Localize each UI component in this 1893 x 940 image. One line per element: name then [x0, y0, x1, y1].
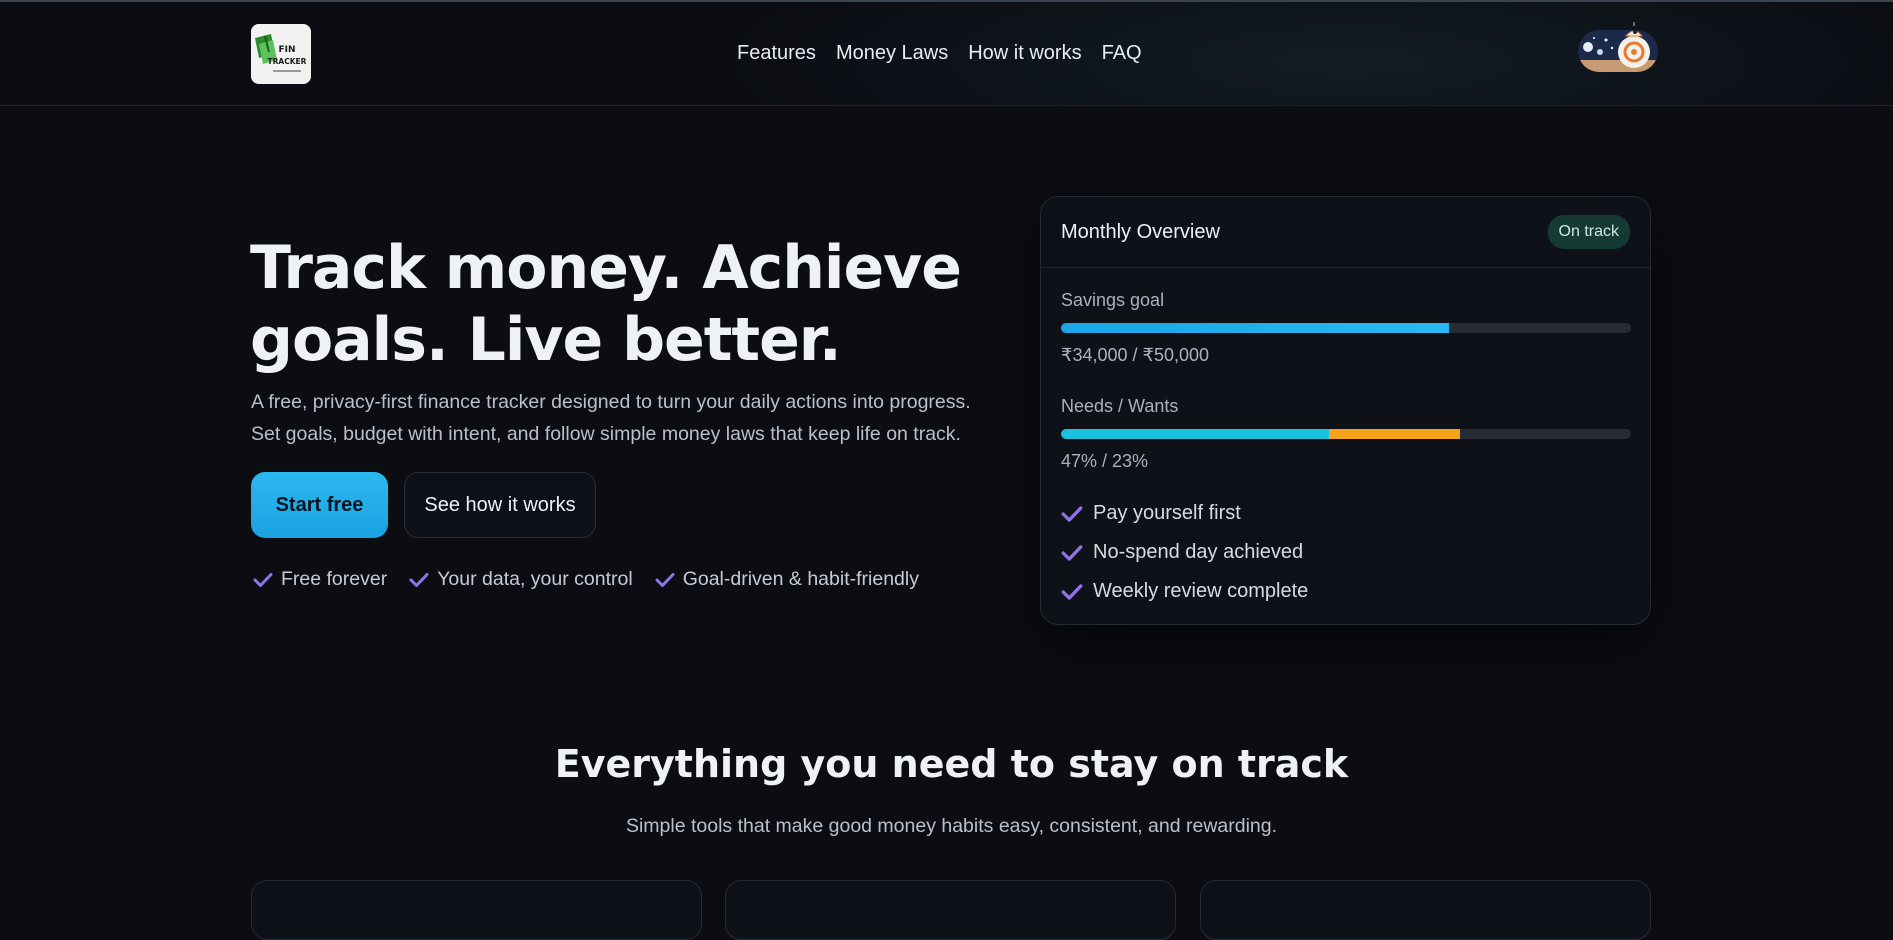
hero-subtitle-line-2: Set goals, budget with intent, and follo… [251, 423, 961, 445]
savings-progress-bar [1061, 323, 1631, 333]
check-icon [1061, 505, 1083, 523]
nav-link-how-it-works[interactable]: How it works [968, 42, 1081, 65]
list-item: Pay yourself first [1061, 494, 1630, 533]
checklist-label: No-spend day achieved [1093, 541, 1304, 563]
hero-check-item: Your data, your control [409, 568, 633, 591]
list-item: No-spend day achieved [1061, 533, 1630, 572]
feature-card [251, 880, 702, 940]
check-icon [655, 572, 675, 588]
needs-wants-label: Needs / Wants [1061, 396, 1179, 416]
check-icon [1061, 544, 1083, 562]
brand-logo[interactable]: FIN TRACKER [251, 24, 311, 84]
savings-progress-fill [1061, 323, 1449, 333]
needs-wants-metric: Needs / Wants 47% / 23% [1061, 396, 1631, 472]
hero-feature-checks: Free forever Your data, your control Goa… [253, 568, 919, 591]
check-icon [253, 572, 273, 588]
list-item: Weekly review complete [1061, 572, 1630, 611]
nav-link-money-laws[interactable]: Money Laws [836, 42, 948, 65]
habit-checklist: Pay yourself first No-spend day achieved… [1061, 494, 1630, 611]
hero-title: Track money. Achieve goals. Live better. [250, 232, 1010, 376]
needs-wants-value: 47% / 23% [1061, 451, 1149, 471]
hero-title-line-1: Track money. Achieve [250, 233, 962, 303]
hero-title-line-2: goals. Live better. [250, 305, 842, 375]
card-header: Monthly Overview On track [1041, 197, 1650, 268]
see-how-it-works-button[interactable]: See how it works [404, 472, 596, 538]
checklist-label: Pay yourself first [1093, 502, 1241, 524]
hero-subtitle-line-1: A free, privacy-first finance tracker de… [251, 391, 971, 413]
nav-link-faq[interactable]: FAQ [1102, 42, 1142, 65]
top-navbar: FIN TRACKER Features Money Laws How it w… [0, 2, 1893, 106]
svg-text:TRACKER: TRACKER [268, 57, 307, 66]
user-avatar[interactable] [1578, 22, 1658, 80]
hero-check-label: Your data, your control [437, 568, 633, 590]
svg-text:FIN: FIN [278, 45, 295, 55]
hero-check-label: Free forever [281, 568, 388, 590]
main-nav: Features Money Laws How it works FAQ [737, 42, 1142, 65]
check-icon [1061, 583, 1083, 601]
status-badge: On track [1547, 215, 1630, 249]
monthly-overview-card: Monthly Overview On track Savings goal ₹… [1040, 196, 1651, 625]
card-title: Monthly Overview [1061, 220, 1220, 243]
money-stack-logo-icon: FIN TRACKER [251, 24, 311, 84]
feature-card [725, 880, 1176, 940]
features-section-subtitle: Simple tools that make good money habits… [625, 815, 1278, 837]
robot-droid-avatar-icon [1578, 22, 1658, 72]
features-section-title: Everything you need to stay on track [554, 742, 1349, 786]
savings-goal-metric: Savings goal ₹34,000 / ₹50,000 [1061, 290, 1631, 366]
needs-wants-bar [1061, 429, 1631, 439]
hero-check-item: Free forever [253, 568, 387, 591]
nav-link-features[interactable]: Features [737, 42, 816, 65]
hero-check-item: Goal-driven & habit-friendly [655, 568, 919, 591]
checklist-label: Weekly review complete [1093, 580, 1309, 602]
start-free-button[interactable]: Start free [251, 472, 388, 538]
needs-segment [1061, 429, 1329, 439]
hero-subtitle: A free, privacy-first finance tracker de… [251, 386, 1011, 450]
savings-goal-label: Savings goal [1061, 290, 1165, 310]
feature-card [1200, 880, 1651, 940]
card-body: Savings goal ₹34,000 / ₹50,000 Needs / W… [1041, 268, 1650, 611]
wants-segment [1328, 429, 1460, 439]
hero-check-label: Goal-driven & habit-friendly [682, 568, 919, 590]
check-icon [409, 572, 429, 588]
savings-goal-value: ₹34,000 / ₹50,000 [1061, 345, 1210, 365]
